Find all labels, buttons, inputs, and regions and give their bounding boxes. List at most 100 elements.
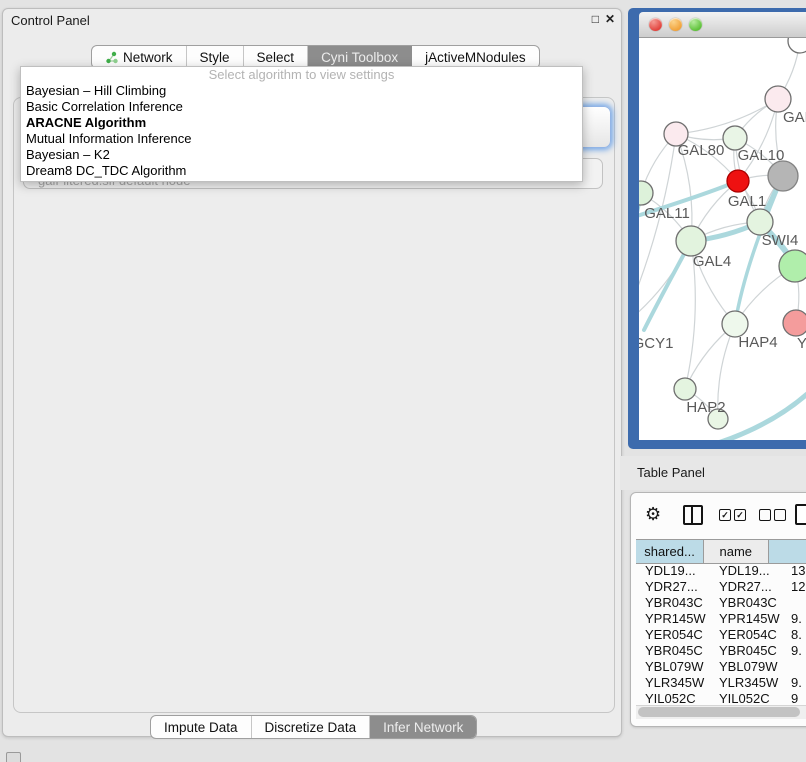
table-cell[interactable]: YPR145W [719, 611, 791, 627]
close-traffic-light-icon[interactable] [649, 18, 662, 31]
control-panel-window: Control Panel □ ✕ Network Style Select Cyni… [2, 8, 622, 737]
table-cell[interactable]: YPR145W [645, 611, 717, 627]
algorithm-option-mutual-information-inference[interactable]: Mutual Information Inference [21, 131, 582, 147]
network-canvas[interactable]: GALGAL80GAL10GAL1GAL11SWI4GAL4GCY1HAP4YH… [639, 38, 806, 440]
tab-network[interactable]: Network [92, 46, 187, 68]
column-header-shared[interactable]: shared... [636, 540, 704, 563]
table-cell[interactable]: 13 [791, 563, 806, 579]
table-cell[interactable]: YDR27... [645, 579, 717, 595]
node-label-hap2: HAP2 [686, 399, 725, 416]
table-row[interactable]: YLR345WYLR345W9. [636, 675, 806, 691]
table-panel-band: Table Panel [620, 456, 806, 490]
algorithm-option-bayesian-hill-climbing[interactable]: Bayesian – Hill Climbing [21, 83, 582, 99]
tab-cyni-toolbox-label: Cyni Toolbox [321, 50, 398, 65]
table-row[interactable]: YBL079WYBL079W [636, 659, 806, 675]
select-all-columns-icon[interactable]: ✓✓ [719, 509, 746, 521]
tab-cyni-toolbox[interactable]: Cyni Toolbox [308, 46, 412, 68]
node-label-gal: GAL [783, 109, 806, 126]
table-row[interactable]: YBR045CYBR045C9. [636, 643, 806, 659]
control-panel-titlebar[interactable]: Control Panel □ ✕ [3, 9, 621, 33]
minimize-traffic-light-icon[interactable] [669, 18, 682, 31]
column-header-extra[interactable] [769, 540, 806, 563]
cyni-toolbox-panel [13, 97, 615, 713]
table-cell[interactable]: YBR043C [719, 595, 791, 611]
network-node[interactable] [779, 250, 806, 282]
table-body: YDL19...YDL19...13YDR27...YDR27...12YBR0… [636, 563, 806, 711]
column-header-name[interactable]: name [704, 540, 769, 563]
table-cell[interactable]: YER054C [645, 627, 717, 643]
network-view-window: GALGAL80GAL10GAL1GAL11SWI4GAL4GCY1HAP4YH… [628, 8, 806, 449]
network-node[interactable] [788, 38, 806, 53]
table-cell[interactable]: YBL079W [645, 659, 717, 675]
bottom-tab-infer-network-label: Infer Network [383, 720, 463, 735]
network-node-gal4[interactable] [676, 226, 706, 256]
bottom-tab-impute-data-label: Impute Data [164, 720, 238, 735]
table-cell[interactable]: YBR045C [645, 643, 717, 659]
network-graph: GALGAL80GAL10GAL1GAL11SWI4GAL4GCY1HAP4YH… [639, 38, 806, 440]
bottom-tab-discretize-data[interactable]: Discretize Data [252, 716, 371, 738]
bottom-tab-discretize-data-label: Discretize Data [265, 720, 357, 735]
table-cell[interactable]: 9. [791, 643, 806, 659]
tab-jactivemnodules[interactable]: jActiveMNodules [412, 46, 539, 68]
table-cell[interactable]: YBL079W [719, 659, 791, 675]
control-panel-title: Control Panel [11, 13, 90, 28]
network-node-y[interactable] [783, 310, 806, 336]
cyni-bottom-tabbar: Impute Data Discretize Data Infer Network [150, 715, 477, 739]
algorithm-option-dream8-dc-tdc-algorithm[interactable]: Dream8 DC_TDC Algorithm [21, 163, 582, 179]
split-panel-icon[interactable] [683, 505, 703, 525]
table-cell[interactable]: 9. [791, 611, 806, 627]
close-icon[interactable]: ✕ [605, 12, 615, 26]
table-cell[interactable]: 12 [791, 579, 806, 595]
table-cell[interactable]: 9. [791, 675, 806, 691]
algorithm-option-aracne-algorithm[interactable]: ARACNE Algorithm [21, 115, 582, 131]
table-panel-title: Table Panel [637, 465, 705, 480]
bottom-tab-infer-network[interactable]: Infer Network [370, 716, 476, 738]
table-cell[interactable]: 8. [791, 627, 806, 643]
node-label-swi4: SWI4 [762, 232, 799, 249]
table-row[interactable]: YDR27...YDR27...12 [636, 579, 806, 595]
float-window-icon[interactable]: □ [592, 12, 599, 26]
table-row[interactable]: YPR145WYPR145W9. [636, 611, 806, 627]
table-horizontal-scrollbar-thumb[interactable] [638, 707, 800, 717]
network-node-hap2[interactable] [674, 378, 696, 400]
bottom-tab-impute-data[interactable]: Impute Data [151, 716, 252, 738]
node-label-hap4: HAP4 [738, 334, 777, 351]
deselect-all-columns-icon[interactable] [759, 509, 786, 521]
algorithm-option-bayesian-k2[interactable]: Bayesian – K2 [21, 147, 582, 163]
table-horizontal-scrollbar[interactable] [636, 705, 806, 719]
network-icon [105, 51, 118, 64]
algorithm-dropdown-popup: Select algorithm to view settings Bayesi… [20, 66, 583, 182]
tab-network-label: Network [123, 50, 173, 65]
algorithm-option-basic-correlation-inference[interactable]: Basic Correlation Inference [21, 99, 582, 115]
table-cell[interactable]: YBR045C [719, 643, 791, 659]
node-label-gal11: GAL11 [644, 205, 690, 222]
tab-select[interactable]: Select [244, 46, 309, 68]
node-label-gal10: GAL10 [738, 147, 785, 164]
tab-jactivemnodules-label: jActiveMNodules [425, 50, 526, 65]
table-toolbar: ⚙ ✓✓ [631, 499, 806, 531]
zoom-traffic-light-icon[interactable] [689, 18, 702, 31]
network-window-titlebar[interactable] [639, 12, 806, 38]
tab-style[interactable]: Style [187, 46, 244, 68]
table-row[interactable]: YBR043CYBR043C [636, 595, 806, 611]
table-cell[interactable]: YLR345W [719, 675, 791, 691]
table-row[interactable]: YDL19...YDL19...13 [636, 563, 806, 579]
table-cell[interactable]: YER054C [719, 627, 791, 643]
network-edge[interactable] [639, 134, 676, 326]
tab-select-label: Select [257, 50, 295, 65]
screen: Control Panel □ ✕ Network Style Select Cyni… [0, 0, 806, 762]
minimized-window-icon[interactable] [6, 752, 21, 762]
table-cell[interactable]: YBR043C [645, 595, 717, 611]
table-cell[interactable]: YDL19... [719, 563, 791, 579]
network-node-gal1[interactable] [727, 170, 749, 192]
gear-icon[interactable]: ⚙ [645, 503, 661, 525]
table-cell[interactable]: YDR27... [719, 579, 791, 595]
node-label-gal1: GAL1 [728, 193, 766, 210]
table-cell[interactable]: YLR345W [645, 675, 717, 691]
export-table-icon[interactable] [795, 504, 806, 525]
table-cell[interactable]: YDL19... [645, 563, 717, 579]
node-label-gal80: GAL80 [678, 142, 725, 159]
network-node-gal11[interactable] [639, 181, 653, 205]
table-row[interactable]: YER054CYER054C8. [636, 627, 806, 643]
network-node[interactable] [768, 161, 798, 191]
